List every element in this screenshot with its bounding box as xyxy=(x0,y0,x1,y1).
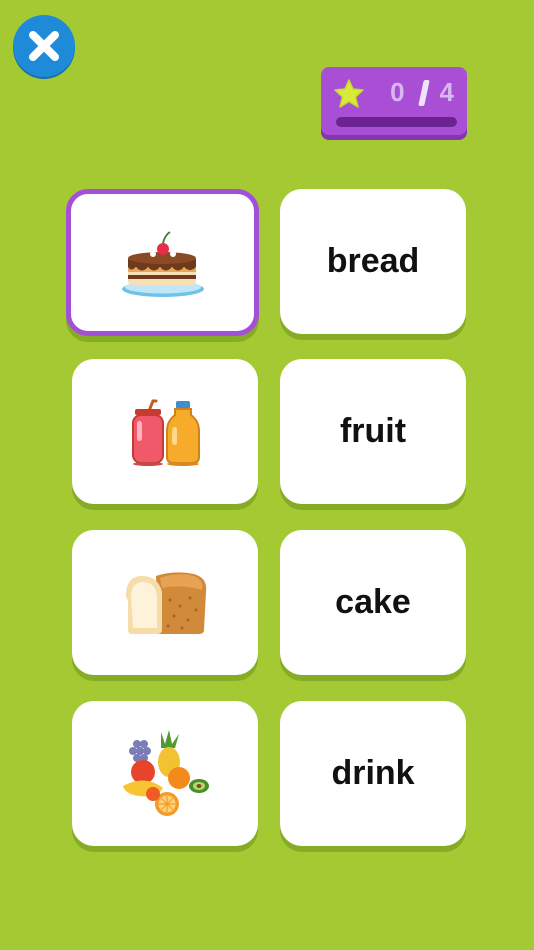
progress-bar xyxy=(336,117,457,127)
bread-icon xyxy=(126,571,207,634)
picture-card-drinks[interactable] xyxy=(72,359,258,504)
word-label: fruit xyxy=(339,412,407,450)
score-current: 0 xyxy=(390,77,406,107)
drinks-icon xyxy=(132,399,200,466)
fruit-icon xyxy=(123,729,209,816)
word-card-cake[interactable]: cake xyxy=(280,530,466,675)
word-card-drink[interactable]: drink xyxy=(280,701,466,846)
word-label: drink xyxy=(331,754,415,792)
score-panel: 0 4 xyxy=(321,67,467,135)
word-card-bread[interactable]: bread xyxy=(280,189,466,334)
close-icon xyxy=(29,31,59,61)
picture-card-fruit[interactable] xyxy=(72,701,258,846)
cake-icon xyxy=(121,230,204,297)
star-icon xyxy=(334,79,364,108)
picture-card-bread[interactable] xyxy=(72,530,258,675)
score-separator xyxy=(417,79,430,106)
score-total: 4 xyxy=(439,77,455,107)
picture-card-cake[interactable] xyxy=(66,189,259,336)
word-card-fruit[interactable]: fruit xyxy=(280,359,466,504)
score-counter: 0 4 xyxy=(390,77,455,108)
close-button[interactable] xyxy=(13,15,75,77)
word-label: cake xyxy=(335,583,411,621)
word-label: bread xyxy=(326,242,420,280)
